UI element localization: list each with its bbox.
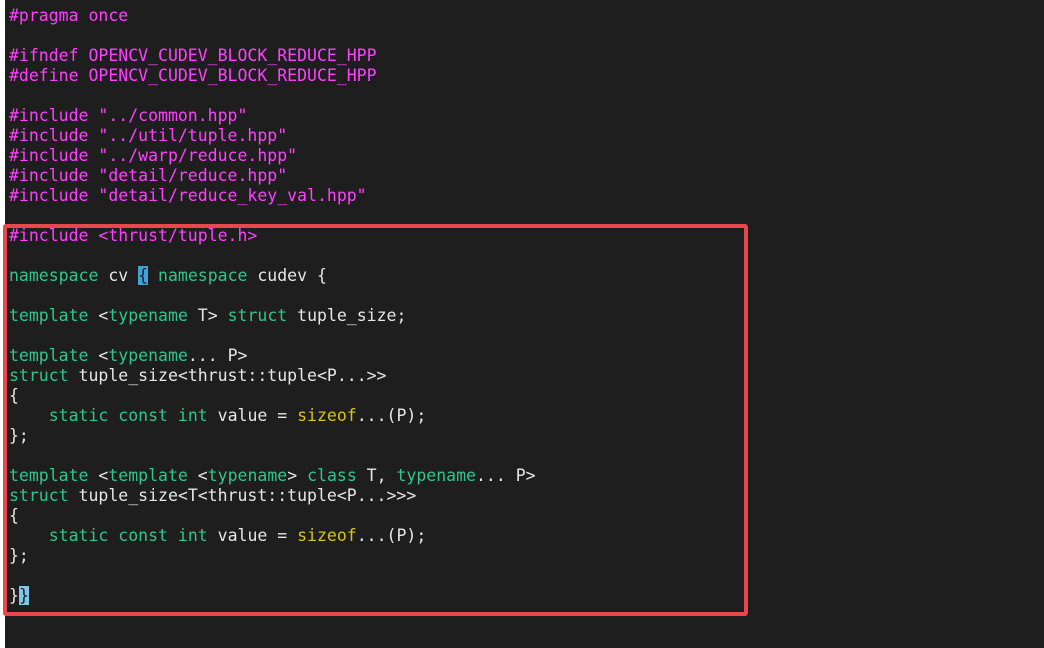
- code-token: template: [108, 466, 188, 485]
- code-token: const: [118, 526, 168, 545]
- code-line[interactable]: #pragma once: [9, 6, 128, 26]
- code-line[interactable]: template <typename... P>: [9, 346, 247, 366]
- code-token: >: [287, 466, 308, 485]
- code-token: {: [9, 506, 19, 525]
- code-token: typename: [207, 466, 288, 485]
- code-token: sizeof: [297, 526, 357, 545]
- code-token: namespace: [9, 266, 99, 285]
- code-token: typename: [396, 466, 476, 485]
- code-token: class: [307, 466, 357, 485]
- code-line[interactable]: namespace cv { namespace cudev {: [9, 266, 327, 286]
- code-line[interactable]: {: [9, 506, 19, 526]
- code-token: {: [138, 266, 149, 285]
- code-line[interactable]: #ifndef OPENCV_CUDEV_BLOCK_REDUCE_HPP: [9, 46, 377, 66]
- code-token: tuple_size;: [287, 306, 407, 325]
- code-token: T>: [187, 306, 228, 325]
- code-token: <: [187, 466, 208, 485]
- code-line[interactable]: #include <thrust/tuple.h>: [9, 226, 257, 246]
- code-token: T,: [356, 466, 397, 485]
- code-token: <thrust/tuple.h>: [98, 226, 258, 245]
- code-token: template: [9, 466, 89, 485]
- code-token: };: [9, 546, 29, 565]
- code-line[interactable]: #include "../warp/reduce.hpp": [9, 146, 297, 166]
- code-line[interactable]: }}: [9, 586, 29, 606]
- code-token: "detail/reduce_key_val.hpp": [98, 186, 367, 205]
- code-token: "../common.hpp": [98, 106, 248, 125]
- code-token: }: [9, 586, 19, 605]
- code-token: ... P>: [187, 346, 248, 365]
- code-token: ...(P);: [356, 406, 427, 425]
- code-line[interactable]: #include "../common.hpp": [9, 106, 247, 126]
- code-token: #include: [9, 126, 99, 145]
- code-token: typename: [108, 346, 188, 365]
- code-token: #include: [9, 146, 99, 165]
- code-line[interactable]: struct tuple_size<thrust::tuple<P...>>: [9, 366, 387, 386]
- code-line[interactable]: #include "detail/reduce.hpp": [9, 166, 287, 186]
- code-line[interactable]: };: [9, 426, 29, 446]
- code-line[interactable]: #include "detail/reduce_key_val.hpp": [9, 186, 367, 206]
- code-token: }: [18, 586, 29, 605]
- code-token: struct: [227, 306, 288, 325]
- code-token: sizeof: [297, 406, 357, 425]
- code-line[interactable]: };: [9, 546, 29, 566]
- code-token: "../warp/reduce.hpp": [98, 146, 298, 165]
- code-line[interactable]: template <typename T> struct tuple_size;: [9, 306, 406, 326]
- code-token: int: [177, 526, 208, 545]
- code-token: #include: [9, 186, 99, 205]
- code-token: #define OPENCV_CUDEV_BLOCK_REDUCE_HPP: [9, 66, 377, 85]
- code-token: #ifndef OPENCV_CUDEV_BLOCK_REDUCE_HPP: [9, 46, 377, 65]
- code-token: namespace: [158, 266, 248, 285]
- code-token: "detail/reduce.hpp": [98, 166, 288, 185]
- code-token: const: [118, 406, 168, 425]
- code-token: cv: [98, 266, 139, 285]
- code-token: struct: [9, 486, 69, 505]
- code-token: <: [88, 346, 109, 365]
- code-token: #include: [9, 106, 99, 125]
- code-token: #include: [9, 166, 99, 185]
- code-token: int: [177, 406, 208, 425]
- code-token: <: [88, 466, 109, 485]
- code-token: cudev {: [247, 266, 327, 285]
- code-token: value =: [207, 406, 298, 425]
- code-token: <: [88, 306, 109, 325]
- code-line[interactable]: static const int value = sizeof...(P);: [9, 526, 427, 546]
- code-token: template: [9, 346, 89, 365]
- code-token: struct: [9, 366, 69, 385]
- code-editor[interactable]: #pragma once #ifndef OPENCV_CUDEV_BLOCK_R…: [5, 0, 1044, 648]
- code-token: {: [9, 386, 19, 405]
- code-token: typename: [108, 306, 188, 325]
- code-token: value =: [207, 526, 298, 545]
- code-line[interactable]: #include "../util/tuple.hpp": [9, 126, 287, 146]
- code-token: template: [9, 306, 89, 325]
- code-token: tuple_size<T<thrust::tuple<P...>>>: [68, 486, 417, 505]
- code-line[interactable]: template <template <typename> class T, t…: [9, 466, 536, 486]
- code-token: static: [48, 406, 109, 425]
- code-token: "../util/tuple.hpp": [98, 126, 288, 145]
- code-token: #include: [9, 226, 99, 245]
- code-line[interactable]: struct tuple_size<T<thrust::tuple<P...>>…: [9, 486, 416, 506]
- code-token: static: [48, 526, 109, 545]
- code-token: #pragma once: [9, 6, 129, 25]
- code-token: };: [9, 426, 29, 445]
- code-token: tuple_size<thrust::tuple<P...>>: [68, 366, 387, 385]
- code-line[interactable]: #define OPENCV_CUDEV_BLOCK_REDUCE_HPP: [9, 66, 377, 86]
- code-line[interactable]: static const int value = sizeof...(P);: [9, 406, 427, 426]
- code-token: ... P>: [475, 466, 536, 485]
- code-token: ...(P);: [356, 526, 427, 545]
- code-line[interactable]: {: [9, 386, 19, 406]
